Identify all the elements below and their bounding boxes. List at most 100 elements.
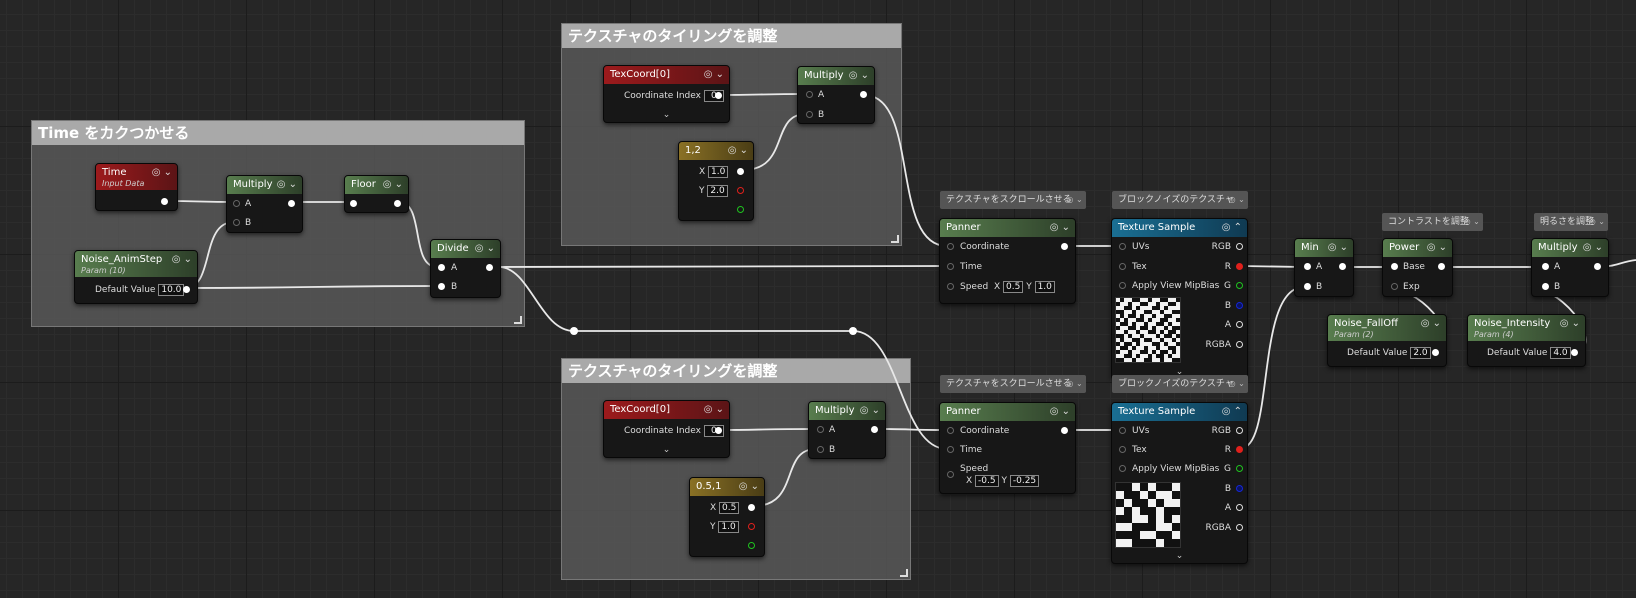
node-min[interactable]: Min ◎ ⌄ A B	[1294, 238, 1354, 297]
node-header[interactable]: Power ◎ ⌄	[1383, 239, 1452, 257]
input-pin-b[interactable]: B	[438, 281, 457, 293]
output-pin-icon[interactable]	[183, 286, 190, 293]
preview-collapse-icon[interactable]: ◎ ⌄	[383, 178, 403, 192]
value-x-input[interactable]: 1.0	[708, 166, 729, 178]
input-pin-icon[interactable]	[1391, 283, 1398, 290]
output-pin-r[interactable]: R	[1225, 444, 1243, 456]
output-pin-icon[interactable]	[737, 168, 744, 175]
output-pin-g[interactable]: G	[1224, 280, 1243, 292]
preview-collapse-icon[interactable]: ◎ ⌄	[277, 178, 297, 192]
label-controls-icon[interactable]: ◎ ⌄	[1066, 191, 1082, 209]
input-pin-b[interactable]: B	[817, 444, 835, 456]
output-pin-rgba[interactable]: RGBA	[1205, 522, 1243, 534]
expand-arrow-icon[interactable]: ⌄	[663, 445, 671, 455]
node-multiply-top[interactable]: Multiply ◎ ⌄ A B	[797, 66, 875, 124]
input-pin-uvs[interactable]: UVs	[1119, 241, 1149, 253]
output-pin-icon[interactable]	[715, 427, 722, 434]
node-noise-animstep[interactable]: Noise_AnimStep Param (10) ◎ ⌄ Default Va…	[74, 250, 198, 304]
preview-collapse-icon[interactable]: ◎ ⌄	[704, 403, 724, 417]
input-pin-icon[interactable]	[817, 426, 824, 433]
preview-collapse-icon[interactable]: ◎ ⌄	[1560, 317, 1580, 331]
node-power[interactable]: Power ◎ ⌄ Base Exp	[1382, 238, 1453, 297]
preview-collapse-icon[interactable]: ◎ ⌄	[1328, 241, 1348, 255]
output-pin-icon[interactable]	[1339, 263, 1346, 270]
input-pin-icon[interactable]	[947, 283, 954, 290]
preview-collapse-icon[interactable]: ◎ ⌄	[1050, 405, 1070, 419]
default-value-field[interactable]: Default Value 2.0	[1347, 347, 1431, 359]
node-header[interactable]: Time Input Data ◎ ⌄	[96, 164, 177, 190]
node-header[interactable]: Noise_FallOff Param (2) ◎ ⌄	[1328, 315, 1446, 341]
output-pin-icon[interactable]	[871, 426, 878, 433]
input-pin-a[interactable]: A	[1542, 261, 1560, 273]
input-pin-icon[interactable]	[1304, 283, 1311, 290]
input-pin-icon[interactable]	[233, 219, 240, 226]
value-x-input[interactable]: 0.5	[719, 502, 740, 514]
speed-x-input[interactable]: -0.5	[975, 475, 999, 487]
output-pin-icon[interactable]	[394, 200, 401, 207]
node-header[interactable]: Noise_AnimStep Param (10) ◎ ⌄	[75, 251, 197, 277]
input-pin-icon[interactable]	[947, 446, 954, 453]
node-header[interactable]: Min ◎ ⌄	[1295, 239, 1353, 257]
input-pin-icon[interactable]	[947, 471, 954, 478]
node-header[interactable]: TexCoord[0] ◎ ⌄	[604, 401, 729, 419]
label-controls-icon[interactable]: ◎ ⌄	[1066, 375, 1082, 393]
input-pin-apply-mip[interactable]: Apply View MipBias	[1119, 280, 1219, 292]
default-value-input[interactable]: 2.0	[1410, 347, 1431, 359]
label-controls-icon[interactable]: ◎ ⌄	[1589, 213, 1605, 231]
preview-collapse-icon[interactable]: ◎ ⌃	[1222, 221, 1242, 235]
input-pin-icon[interactable]	[438, 283, 445, 290]
input-pin-time[interactable]: Time	[947, 261, 982, 273]
input-pin-a[interactable]: A	[438, 262, 457, 274]
node-multiply-bottom[interactable]: Multiply ◎ ⌄ A B	[808, 401, 886, 459]
input-pin-base[interactable]: Base	[1391, 261, 1425, 273]
input-pin-exp[interactable]: Exp	[1391, 281, 1420, 293]
output-pin-icon[interactable]	[1061, 427, 1068, 434]
output-pin-icon[interactable]	[1236, 243, 1243, 250]
reroute-node[interactable]	[570, 327, 578, 335]
node-header[interactable]: Texture Sample ◎ ⌃	[1112, 403, 1247, 421]
input-pin-coordinate[interactable]: Coordinate	[947, 425, 1009, 437]
preview-collapse-icon[interactable]: ◎ ⌄	[172, 253, 192, 267]
input-pin-icon[interactable]	[817, 446, 824, 453]
output-pin-b[interactable]: B	[1225, 300, 1243, 312]
node-header[interactable]: Multiply ◎ ⌄	[227, 176, 302, 194]
output-pin-icon[interactable]	[715, 92, 722, 99]
input-pin-icon[interactable]	[1119, 427, 1126, 434]
default-value-field[interactable]: Default Value 4.0	[1487, 347, 1571, 359]
input-pin-icon[interactable]	[947, 263, 954, 270]
comment-title[interactable]: テクスチャのタイリングを調整	[562, 359, 910, 383]
preview-collapse-icon[interactable]: ◎ ⌄	[1583, 241, 1603, 255]
node-texture-sample-bottom[interactable]: Texture Sample ◎ ⌃ UVs Tex Apply View Mi…	[1111, 402, 1248, 564]
speed-vector-field[interactable]: X -0.5 Y -0.25	[966, 475, 1040, 487]
input-pin-icon[interactable]	[1119, 465, 1126, 472]
input-pin-b[interactable]: B	[1304, 281, 1322, 293]
node-header[interactable]: 0.5,1 ◎ ⌄	[690, 478, 764, 496]
input-pin-icon[interactable]	[1542, 263, 1549, 270]
output-pin-icon[interactable]	[1061, 243, 1068, 250]
node-header[interactable]: Floor ◎ ⌄	[345, 176, 408, 194]
input-pin-a[interactable]: A	[817, 424, 835, 436]
preview-collapse-icon[interactable]: ◎ ⌄	[739, 480, 759, 494]
output-pin-rgba[interactable]: RGBA	[1205, 339, 1243, 351]
coordinate-index-field[interactable]: Coordinate Index 0	[624, 425, 724, 437]
output-pin-icon[interactable]	[486, 264, 493, 271]
output-pin-rgb[interactable]: RGB	[1212, 425, 1243, 437]
node-multiply-final[interactable]: Multiply ◎ ⌄ A B	[1531, 238, 1609, 297]
input-pin-icon[interactable]	[1119, 243, 1126, 250]
node-panner-top[interactable]: Panner ◎ ⌄ Coordinate Time Speed X 0.5 Y…	[939, 218, 1076, 304]
preview-collapse-icon[interactable]: ◎ ⌄	[1427, 241, 1447, 255]
value-y-field[interactable]: Y 1.0	[710, 521, 739, 533]
blue-channel-pin-icon[interactable]	[1236, 485, 1243, 492]
output-pin-g[interactable]: G	[1224, 463, 1243, 475]
preview-collapse-icon[interactable]: ◎ ⌄	[1050, 221, 1070, 235]
input-pin-a[interactable]: A	[233, 198, 251, 210]
label-controls-icon[interactable]: ◎ ⌄	[1229, 375, 1245, 393]
output-pin-icon[interactable]	[1236, 524, 1243, 531]
default-value-input[interactable]: 4.0	[1550, 347, 1571, 359]
node-header[interactable]: Multiply ◎ ⌄	[798, 67, 874, 85]
preview-collapse-icon[interactable]: ◎ ⌄	[1421, 317, 1441, 331]
speed-y-input[interactable]: 1.0	[1034, 281, 1055, 293]
input-pin-icon[interactable]	[233, 200, 240, 207]
input-pin-a[interactable]: A	[806, 89, 824, 101]
input-pin-speed[interactable]: Speed	[947, 463, 988, 478]
